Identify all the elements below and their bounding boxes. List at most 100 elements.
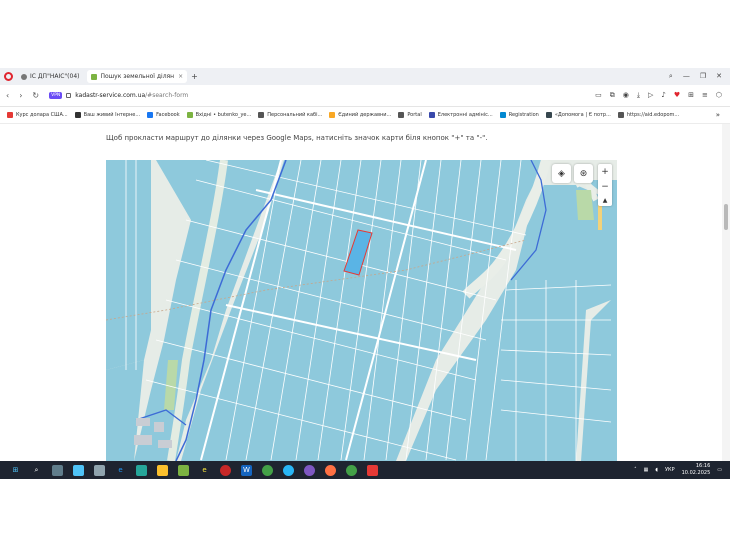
- shield-icon: [617, 112, 624, 118]
- chrome-icon[interactable]: [346, 464, 357, 476]
- notifications-icon[interactable]: ▭: [717, 467, 722, 473]
- clock-date: 10.02.2025: [681, 470, 711, 476]
- map-canvas[interactable]: [106, 160, 617, 461]
- clock[interactable]: 16:16 10.02.2025: [682, 463, 711, 477]
- edge-icon[interactable]: e: [115, 465, 126, 476]
- facebook-icon: [147, 112, 154, 118]
- vpn-badge[interactable]: VPN: [49, 92, 63, 99]
- bookmark-label: https://aid.edopom...: [626, 112, 680, 118]
- menu-icon[interactable]: ≡: [702, 91, 708, 100]
- google-maps-route-icon[interactable]: ⊛: [574, 164, 593, 183]
- browser-tab-bar: ІС ДП"НАІС"(04) Пошук земельної ділян × …: [0, 68, 730, 85]
- opera-taskbar-icon[interactable]: [220, 464, 231, 476]
- zoom-in-button[interactable]: +: [601, 167, 609, 177]
- minimize-icon[interactable]: —: [683, 72, 690, 81]
- bookmark-label: Курс долара США...: [16, 112, 68, 118]
- language-indicator[interactable]: УКР: [665, 467, 675, 473]
- bookmark-label: Portal: [407, 112, 422, 118]
- navigation-buttons: ‹ › ↻: [6, 91, 39, 100]
- network-icon[interactable]: ▦: [644, 467, 649, 473]
- search-icon[interactable]: ⌕: [669, 72, 673, 81]
- search-icon[interactable]: ⌕: [31, 465, 42, 476]
- volume-icon[interactable]: ◖: [655, 467, 658, 473]
- bookmark-item[interactable]: Курс долара США...: [7, 112, 68, 118]
- windows-taskbar: ⊞ ⌕ e e W ˄ ▦ ◖ УКР 16:16 10.02.2025 ▭: [0, 461, 730, 479]
- extensions-icon[interactable]: ⬡: [716, 91, 722, 100]
- bookmark-label: Вхідні • butenko_ye...: [195, 112, 252, 118]
- globe-icon: [74, 112, 81, 118]
- globe-icon: [21, 73, 27, 80]
- anydesk-icon[interactable]: [367, 464, 378, 476]
- url-field[interactable]: kadastr-service.com.ua/#search-form: [75, 92, 188, 99]
- bookmarks-overflow-icon[interactable]: »: [716, 111, 720, 119]
- reader-icon[interactable]: ▭: [595, 91, 602, 100]
- bookmark-item[interactable]: Єдиний державни...: [329, 112, 391, 118]
- bookmark-item[interactable]: Portal: [398, 112, 422, 118]
- address-bar: ‹ › ↻ VPN kadastr-service.com.ua/#search…: [0, 85, 730, 107]
- layers-icon[interactable]: ◈: [552, 164, 571, 183]
- zoom-out-button[interactable]: −: [601, 182, 609, 192]
- bookmark-item[interactable]: «Допомога | Є потр...: [545, 112, 611, 118]
- play-icon[interactable]: ▷: [648, 91, 653, 100]
- mail-icon[interactable]: [73, 464, 84, 476]
- cadastral-map[interactable]: ◈ ⊛ + − ▲: [106, 160, 617, 461]
- ie-icon[interactable]: e: [199, 465, 210, 476]
- heart-icon[interactable]: ♥: [674, 91, 680, 100]
- close-tab-icon[interactable]: ×: [178, 73, 183, 80]
- back-icon[interactable]: ‹: [6, 91, 9, 100]
- bookmark-label: Електронні адмініс...: [437, 112, 493, 118]
- scrollbar-thumb[interactable]: [724, 204, 728, 230]
- app-icon[interactable]: [178, 464, 189, 476]
- green-area: [576, 190, 594, 220]
- calculator-icon[interactable]: [94, 464, 105, 476]
- registration-icon: [499, 112, 506, 118]
- page-icon: [398, 112, 405, 118]
- bookmark-label: Registration: [508, 112, 539, 118]
- bookmark-item[interactable]: Вхідні • butenko_ye...: [186, 112, 252, 118]
- bookmark-label: Персональний кабі...: [267, 112, 323, 118]
- reload-icon[interactable]: ↻: [32, 91, 39, 100]
- bookmarks-bar: Курс долара США... Ваш живий Інтерне... Fa…: [0, 107, 730, 124]
- chrome-icon[interactable]: [262, 464, 273, 476]
- bookmark-item[interactable]: https://aid.edopom...: [617, 112, 680, 118]
- camera-icon[interactable]: ◉: [623, 91, 629, 100]
- restore-icon[interactable]: ❐: [700, 72, 706, 81]
- wallet-icon[interactable]: ⊞: [688, 91, 694, 100]
- lock-icon[interactable]: [66, 93, 72, 98]
- close-icon[interactable]: ✕: [716, 72, 722, 81]
- opera-logo-icon[interactable]: [4, 72, 13, 81]
- download-icon[interactable]: ⤓: [637, 91, 640, 100]
- outlook-icon[interactable]: [136, 464, 147, 476]
- new-tab-button[interactable]: +: [191, 72, 198, 81]
- music-icon[interactable]: ♪: [661, 91, 665, 100]
- bookmark-label: Єдиний державни...: [338, 112, 392, 118]
- bookmark-item[interactable]: Електронні адмініс...: [428, 112, 493, 118]
- task-view-icon[interactable]: [52, 464, 63, 476]
- trident-icon: [329, 112, 336, 118]
- tab-nais[interactable]: ІС ДП"НАІС"(04): [17, 70, 83, 83]
- bookmark-item[interactable]: Registration: [499, 112, 539, 118]
- system-tray: ˄ ▦ ◖ УКР 16:16 10.02.2025 ▭: [634, 463, 722, 477]
- url-domain: kadastr-service.com.ua: [75, 92, 146, 99]
- viber-icon[interactable]: [304, 464, 315, 476]
- forward-icon[interactable]: ›: [19, 91, 22, 100]
- screen: ІС ДП"НАІС"(04) Пошук земельної ділян × …: [0, 68, 730, 479]
- tray-chevron-icon[interactable]: ˄: [634, 467, 637, 473]
- m-icon: [7, 112, 13, 118]
- file-explorer-icon[interactable]: [157, 464, 168, 476]
- compass-icon[interactable]: ▲: [603, 197, 608, 204]
- bookmark-item[interactable]: Ваш живий Інтерне...: [74, 112, 140, 118]
- windows-start-icon[interactable]: ⊞: [10, 465, 21, 476]
- translate-icon[interactable]: ⧉: [610, 91, 615, 100]
- word-icon[interactable]: W: [241, 464, 252, 476]
- bookmark-item[interactable]: Facebook: [147, 112, 180, 118]
- telegram-icon[interactable]: [283, 464, 294, 476]
- bookmark-item[interactable]: Персональний кабі...: [258, 112, 322, 118]
- tab-label: Пошук земельної ділян: [100, 73, 175, 80]
- land-icon: [91, 73, 98, 80]
- bookmark-label: «Допомога | Є потр...: [554, 112, 611, 118]
- parcel-west-strip[interactable]: [106, 160, 151, 370]
- page-scrollbar[interactable]: [722, 124, 730, 461]
- firefox-icon[interactable]: [325, 464, 336, 476]
- tab-land-search[interactable]: Пошук земельної ділян ×: [87, 70, 188, 83]
